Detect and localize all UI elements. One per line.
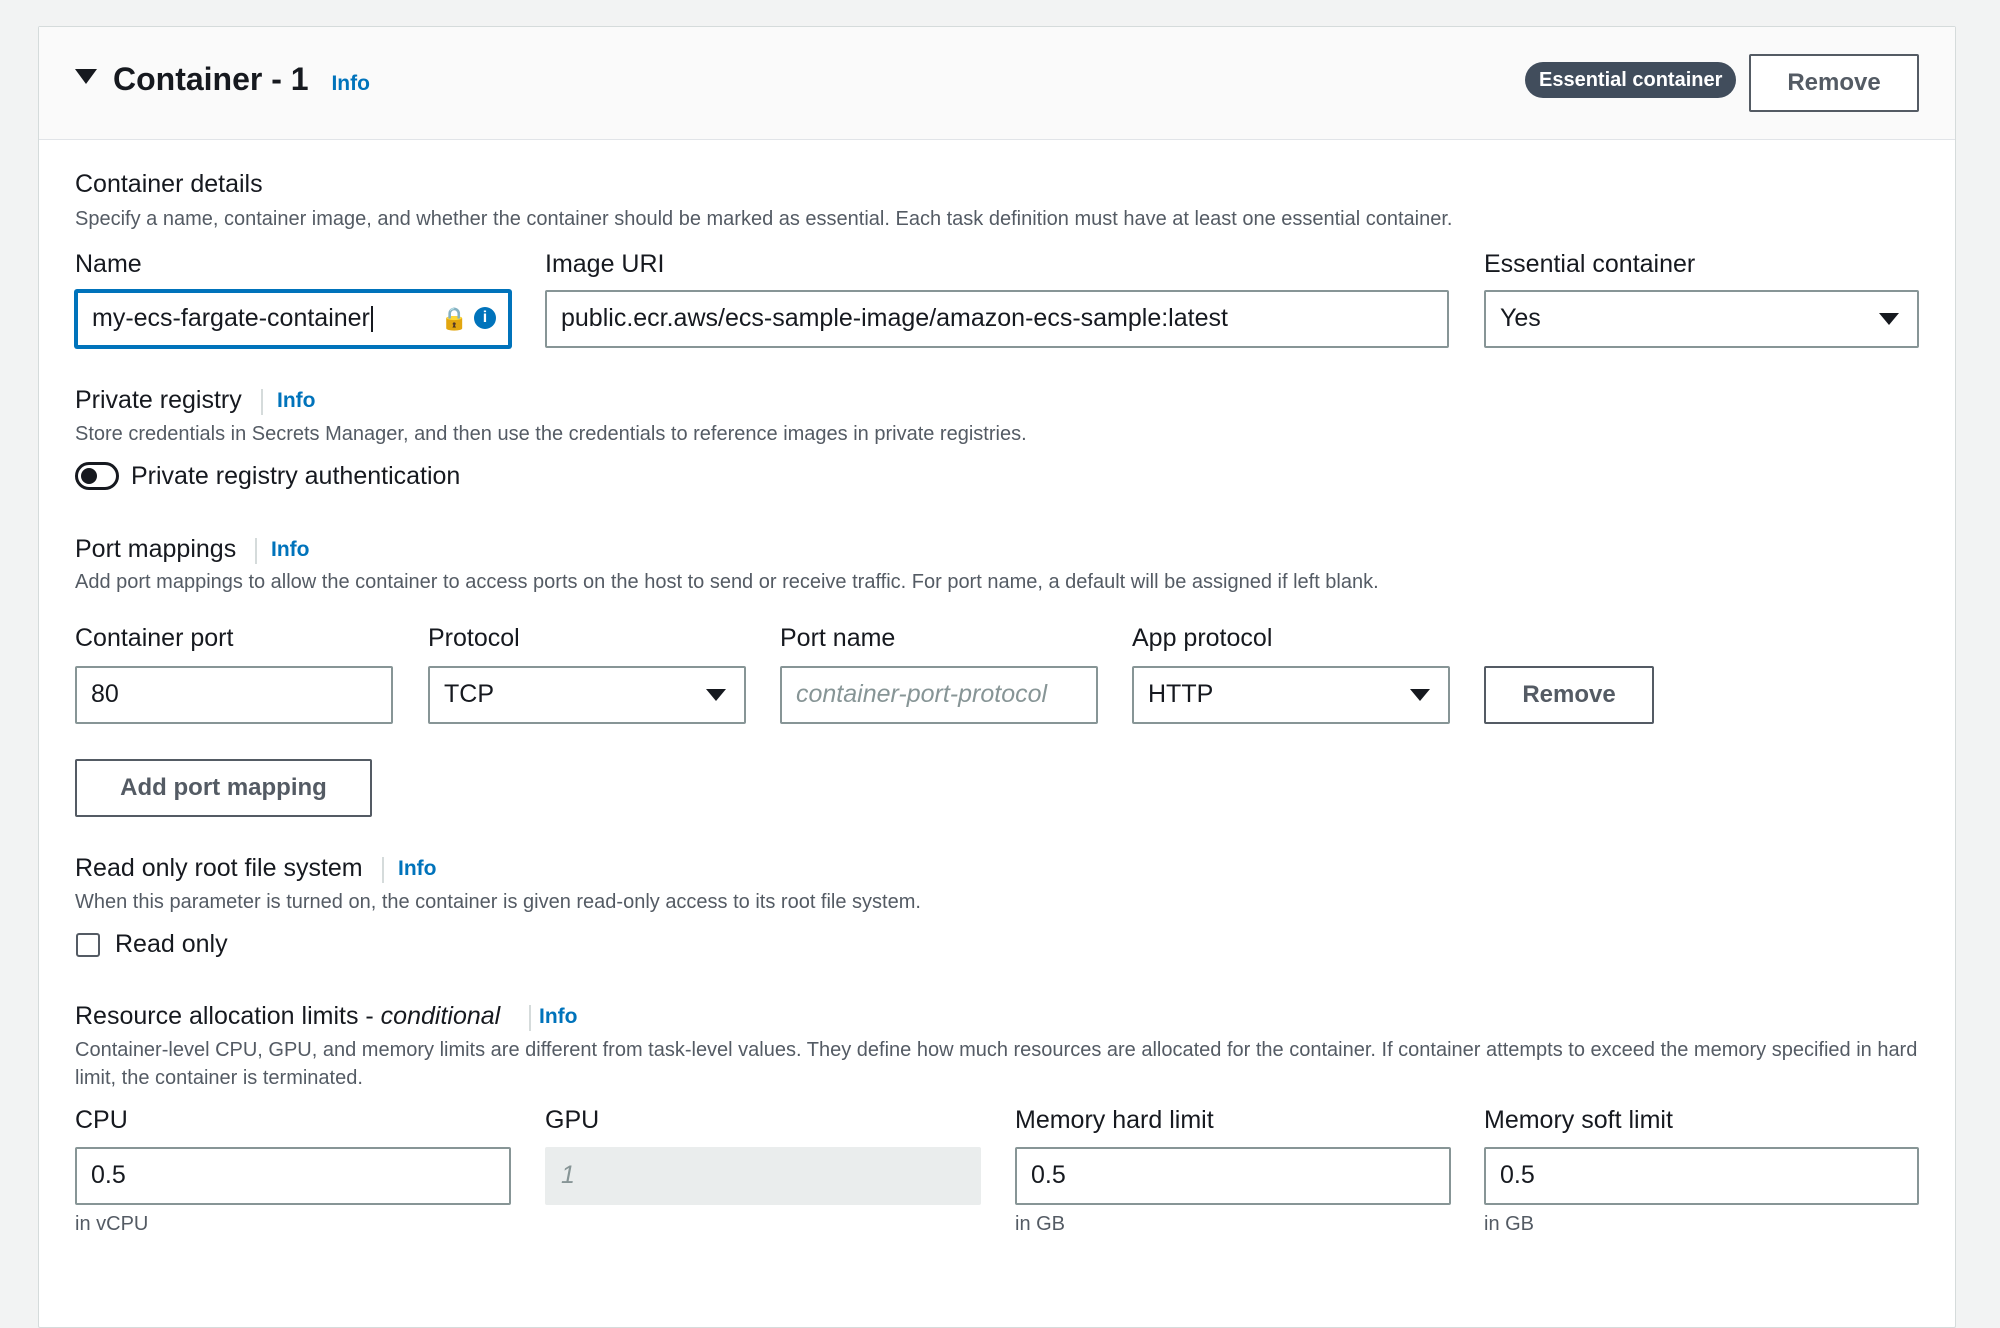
gpu-label: GPU (545, 1106, 600, 1134)
protocol-value: TCP (444, 680, 494, 708)
image-uri-label: Image URI (545, 250, 665, 278)
container-details-description: Specify a name, container image, and whe… (75, 208, 1453, 230)
essential-container-value: Yes (1500, 304, 1541, 332)
gpu-input: 1 (545, 1147, 981, 1205)
private-registry-description: Store credentials in Secrets Manager, an… (75, 423, 1027, 445)
cpu-input[interactable]: 0.5 (75, 1147, 511, 1205)
password-manager-icon[interactable]: i (474, 307, 496, 329)
container-title-text: Container - 1 (113, 61, 309, 97)
memory-soft-limit-input[interactable]: 0.5 (1484, 1147, 1919, 1205)
memory-hard-limit-hint: in GB (1015, 1213, 1066, 1235)
port-mappings-heading: Port mappings (75, 535, 237, 563)
app-protocol-select[interactable]: HTTP (1132, 666, 1450, 724)
name-input[interactable]: my-ecs-fargate-container 🔒 i (75, 290, 511, 348)
private-registry-info-link[interactable]: Info (277, 389, 315, 413)
heading-separator (261, 389, 263, 415)
resource-limits-info-link[interactable]: Info (539, 1005, 577, 1029)
memory-hard-limit-label: Memory hard limit (1015, 1106, 1214, 1134)
container-panel: Container - 1 Info Essential container R… (38, 26, 1956, 1328)
lock-icon: 🔒 (440, 306, 468, 331)
resource-limits-heading-em: conditional (380, 1002, 501, 1030)
image-uri-input[interactable]: public.ecr.aws/ecs-sample-image/amazon-e… (545, 290, 1449, 348)
chevron-down-icon (1879, 313, 1899, 325)
port-mappings-info-link[interactable]: Info (271, 538, 309, 562)
name-input-value: my-ecs-fargate-container (92, 304, 370, 332)
memory-hard-limit-input[interactable]: 0.5 (1015, 1147, 1451, 1205)
private-registry-heading: Private registry (75, 386, 242, 414)
read-only-checkbox[interactable] (76, 933, 100, 957)
chevron-down-icon (706, 689, 726, 701)
resource-limits-heading-text: Resource allocation limits - (75, 1002, 381, 1030)
name-label: Name (75, 250, 142, 278)
memory-soft-limit-label: Memory soft limit (1484, 1106, 1673, 1134)
essential-badge: Essential container (1525, 62, 1737, 98)
container-port-label: Container port (75, 624, 234, 652)
memory-soft-limit-hint: in GB (1484, 1213, 1535, 1235)
container-header: Container - 1 Info Essential container R… (39, 27, 1955, 140)
heading-separator (382, 857, 384, 883)
port-name-label: Port name (780, 624, 896, 652)
container-details-heading: Container details (75, 170, 263, 198)
text-cursor (370, 306, 373, 333)
read-only-description: When this parameter is turned on, the co… (75, 891, 921, 913)
container-title[interactable]: Container - 1 Info (113, 59, 370, 104)
private-registry-toggle-label: Private registry authentication (131, 462, 461, 490)
protocol-select[interactable]: TCP (428, 666, 746, 724)
port-name-input[interactable]: container-port-protocol (780, 666, 1098, 724)
heading-separator (255, 538, 257, 564)
container-port-input[interactable]: 80 (75, 666, 393, 724)
app-protocol-value: HTTP (1148, 680, 1214, 708)
info-link[interactable]: Info (331, 72, 369, 95)
collapse-caret-icon[interactable] (75, 69, 97, 84)
remove-port-mapping-button[interactable]: Remove (1484, 666, 1654, 724)
chevron-down-icon (1410, 689, 1430, 701)
port-mappings-description: Add port mappings to allow the container… (75, 571, 1379, 593)
cpu-label: CPU (75, 1106, 128, 1134)
read-only-checkbox-label: Read only (115, 930, 228, 958)
read-only-info-link[interactable]: Info (398, 857, 436, 881)
add-port-mapping-button[interactable]: Add port mapping (75, 759, 372, 817)
resource-limits-description: Container-level CPU, GPU, and memory lim… (75, 1039, 1918, 1089)
toggle-knob (81, 468, 97, 484)
heading-separator (529, 1005, 531, 1031)
read-only-heading: Read only root file system (75, 854, 363, 882)
cpu-hint: in vCPU (75, 1213, 149, 1235)
essential-container-label: Essential container (1484, 250, 1696, 278)
resource-limits-heading: Resource allocation limits - conditional (75, 1001, 500, 1031)
protocol-label: Protocol (428, 624, 520, 652)
private-registry-toggle[interactable] (75, 462, 119, 490)
app-protocol-label: App protocol (1132, 624, 1273, 652)
essential-container-select[interactable]: Yes (1484, 290, 1919, 348)
remove-container-button[interactable]: Remove (1749, 54, 1919, 112)
